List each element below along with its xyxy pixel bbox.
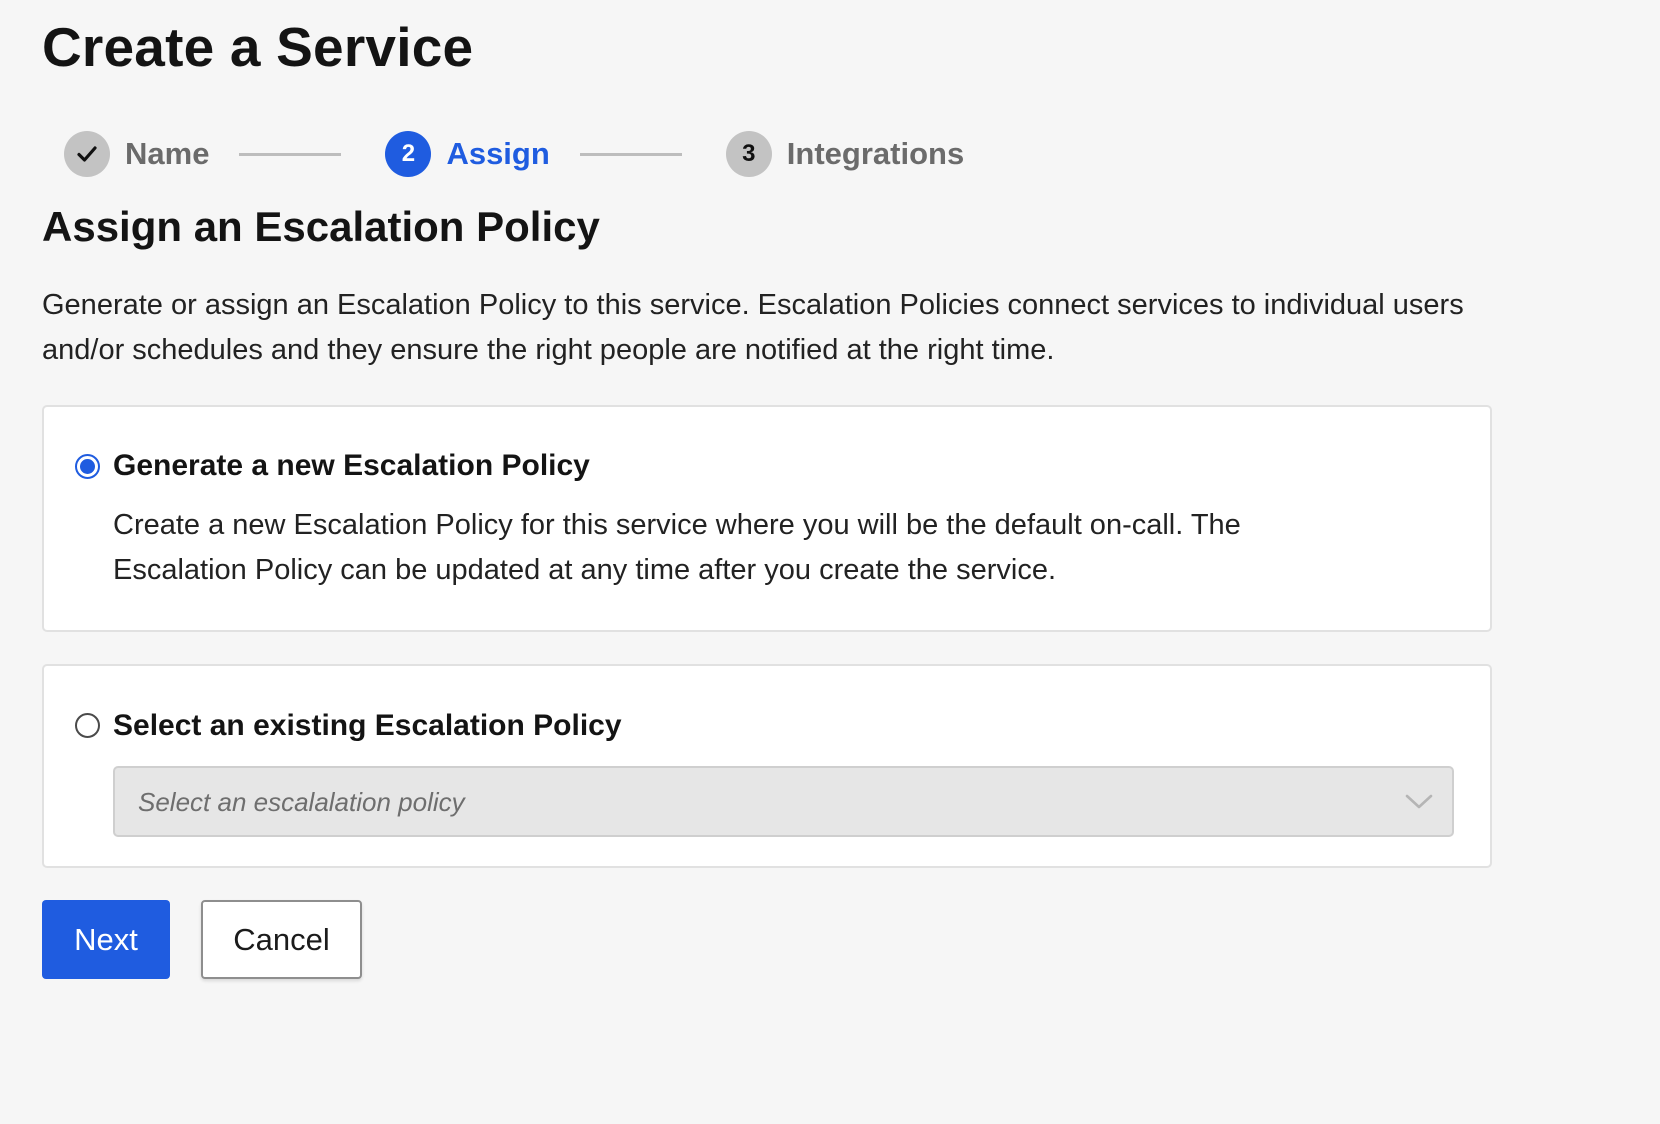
existing-policy-card[interactable]: Select an existing Escalation Policy Sel… xyxy=(42,664,1492,868)
step-assign: 2 Assign xyxy=(385,131,550,177)
check-icon xyxy=(77,146,97,162)
next-button[interactable]: Next xyxy=(42,900,170,979)
page-title: Create a Service xyxy=(42,16,474,78)
step-name-circle xyxy=(64,131,110,177)
section-description: Generate or assign an Escalation Policy … xyxy=(42,289,1464,366)
stepper: Name 2 Assign 3 Integrations xyxy=(64,130,964,178)
step-connector xyxy=(579,152,682,156)
section-title: Assign an Escalation Policy xyxy=(42,203,600,250)
step-integrations: 3 Integrations xyxy=(725,131,965,177)
step-connector xyxy=(239,152,342,156)
step-name-label: Name xyxy=(125,136,210,171)
step-name: Name xyxy=(64,131,209,177)
generate-policy-radio[interactable] xyxy=(75,454,100,479)
escalation-policy-select[interactable]: Select an escalalation policy xyxy=(113,766,1454,837)
step-assign-label: Assign xyxy=(446,136,550,171)
cancel-button[interactable]: Cancel xyxy=(201,900,362,979)
existing-policy-radio[interactable] xyxy=(75,713,100,738)
generate-policy-title[interactable]: Generate a new Escalation Policy xyxy=(113,446,590,486)
generate-policy-description: Create a new Escalation Policy for this … xyxy=(113,509,1241,586)
select-placeholder: Select an escalalation policy xyxy=(138,787,465,817)
existing-policy-title[interactable]: Select an existing Escalation Policy xyxy=(113,706,622,746)
step-integrations-number: 3 xyxy=(725,131,772,177)
step-assign-number: 2 xyxy=(385,131,432,177)
step-integrations-label: Integrations xyxy=(786,136,965,171)
chevron-down-icon xyxy=(1405,794,1433,809)
generate-policy-card[interactable]: Generate a new Escalation Policy Create … xyxy=(42,405,1492,632)
